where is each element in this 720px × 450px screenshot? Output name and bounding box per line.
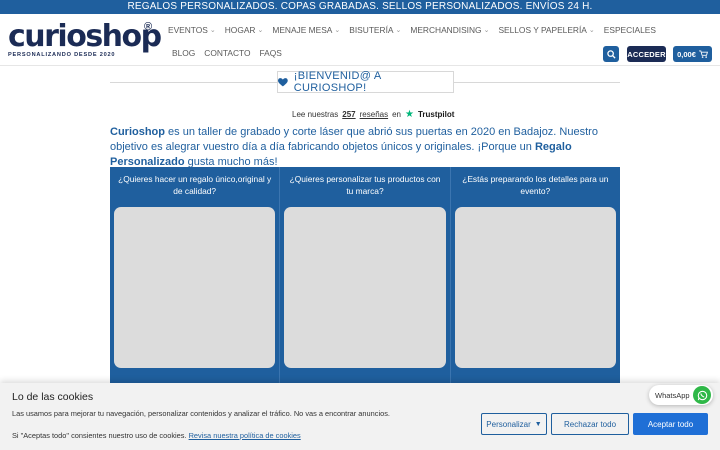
nav-item-label: BLOG — [172, 48, 196, 58]
cookie-policy-link[interactable]: Revisa nuestra política de cookies — [189, 431, 301, 440]
chevron-down-icon: ⌄ — [588, 27, 595, 34]
nav-row-primary: EVENTOS ⌄ HOGAR ⌄ MENAJE MESA ⌄ BISUTERÍA ⌄ … — [168, 20, 656, 40]
review-count[interactable]: 257 — [342, 110, 355, 119]
cookie-consent-text: Si "Aceptas todo" consientes nuestro uso… — [12, 431, 301, 440]
logo-registered-mark: ® — [144, 21, 153, 33]
logo-wordmark: curioshop — [8, 19, 162, 54]
cookie-title: Lo de las cookies — [12, 391, 94, 403]
search-button[interactable] — [603, 46, 619, 62]
nav-item-faqs[interactable]: FAQS — [260, 48, 282, 58]
nav-item-label: ESPECIALES — [603, 25, 656, 35]
site-header: curioshop ® PERSONALIZANDO DESDE 2020 EV… — [0, 14, 720, 66]
cookie-description: Las usamos para mejorar tu navegación, p… — [12, 409, 390, 418]
nav-row-secondary: BLOG CONTACTO FAQS — [172, 43, 600, 63]
feature-card-event[interactable]: ¿Estás preparando los detalles para un e… — [451, 167, 620, 389]
nav-item-label: MERCHANDISING — [410, 25, 482, 35]
card-question: ¿Quieres personalizar tus productos con … — [289, 174, 441, 196]
reject-all-button[interactable]: Rechazar todo — [551, 413, 629, 435]
nav-item-merchandising[interactable]: MERCHANDISING ⌄ — [410, 25, 489, 35]
trustpilot-star-icon: ★ — [405, 109, 414, 120]
card-image-placeholder[interactable] — [114, 207, 276, 368]
heart-icon — [278, 77, 288, 86]
nav-item-menaje-mesa[interactable]: MENAJE MESA ⌄ — [272, 25, 340, 35]
login-button[interactable]: ACCEDER — [627, 46, 666, 62]
nav-item-blog[interactable]: BLOG — [172, 48, 195, 58]
cart-total: 0,00€ — [677, 49, 696, 59]
intro-paragraph: Curioshop es un taller de grabado y cort… — [110, 125, 625, 170]
nav-item-contacto[interactable]: CONTACTO — [204, 48, 250, 58]
trustpilot-widget[interactable]: Lee nuestras 257 reseñas en ★ Trustpilot — [292, 109, 454, 120]
cookie-banner: Lo de las cookies Las usamos para mejora… — [0, 383, 720, 450]
feature-card-gift[interactable]: ¿Quieres hacer un regalo único,original … — [110, 167, 281, 389]
card-question: ¿Estás preparando los detalles para un e… — [462, 174, 609, 196]
nav-item-bisuteria[interactable]: BISUTERÍA ⌄ — [349, 25, 401, 35]
welcome-text: ¡BIENVENID@ A CURIOSHOP! — [293, 70, 381, 94]
customize-cookies-button[interactable]: Personalizar ▼ — [481, 413, 547, 435]
accept-all-button[interactable]: Aceptar todo — [633, 413, 708, 435]
chevron-down-icon: ⌄ — [395, 27, 402, 34]
nav-item-label: CONTACTO — [204, 48, 251, 58]
nav-item-especiales[interactable]: ESPECIALES — [604, 25, 656, 35]
main-nav: EVENTOS ⌄ HOGAR ⌄ MENAJE MESA ⌄ BISUTERÍA ⌄ … — [168, 20, 656, 63]
welcome-heading: ¡BIENVENID@ A CURIOSHOP! — [277, 70, 454, 94]
announcement-bar: REGALOS PERSONALIZADOS. COPAS GRABADAS. … — [0, 0, 720, 14]
nav-item-label: MENAJE MESA — [272, 25, 333, 35]
search-icon — [606, 49, 616, 59]
chevron-down-icon: ⌄ — [334, 27, 341, 34]
site-logo[interactable]: curioshop ® PERSONALIZANDO DESDE 2020 — [8, 19, 162, 61]
chevron-down-icon: ⌄ — [257, 27, 264, 34]
nav-item-eventos[interactable]: EVENTOS ⌄ — [168, 25, 216, 35]
cookie-consent-prefix: Si "Aceptas todo" consientes nuestro uso… — [12, 431, 187, 440]
cart-icon — [698, 50, 708, 58]
trust-suffix: reseñas — [359, 110, 389, 119]
card-image-placeholder[interactable] — [284, 207, 446, 368]
feature-card-brand[interactable]: ¿Quieres personalizar tus productos con … — [280, 167, 451, 389]
nav-item-sellos-papeleria[interactable]: SELLOS Y PAPELERÍA ⌄ — [498, 25, 594, 35]
nav-item-label: HOGAR — [224, 25, 256, 35]
whatsapp-label: WhatsApp — [655, 390, 690, 400]
whatsapp-button[interactable]: WhatsApp — [649, 385, 713, 405]
caret-down-icon: ▼ — [534, 420, 542, 428]
nav-item-hogar[interactable]: HOGAR ⌄ — [225, 25, 264, 35]
trust-prefix: Lee nuestras — [292, 110, 339, 119]
card-question: ¿Quieres hacer un regalo único,original … — [118, 174, 272, 196]
feature-grid: ¿Quieres hacer un regalo único,original … — [110, 167, 620, 389]
nav-item-label: EVENTOS — [168, 25, 208, 35]
cart-button[interactable]: 0,00€ — [673, 46, 712, 62]
nav-item-label: SELLOS Y PAPELERÍA — [498, 25, 587, 35]
trustpilot-brand: Trustpilot — [417, 110, 455, 119]
card-image-placeholder[interactable] — [454, 207, 616, 368]
intro-brand: Curioshop — [110, 126, 165, 138]
nav-item-label: BISUTERÍA — [349, 25, 394, 35]
chevron-down-icon: ⌄ — [483, 27, 490, 34]
intro-text-1: es un taller de grabado y corte láser qu… — [110, 126, 598, 153]
trust-on: en — [392, 110, 401, 119]
whatsapp-icon — [693, 386, 711, 404]
nav-item-label: FAQS — [259, 48, 282, 58]
chevron-down-icon: ⌄ — [209, 27, 216, 34]
customize-label: Personalizar — [486, 419, 531, 429]
